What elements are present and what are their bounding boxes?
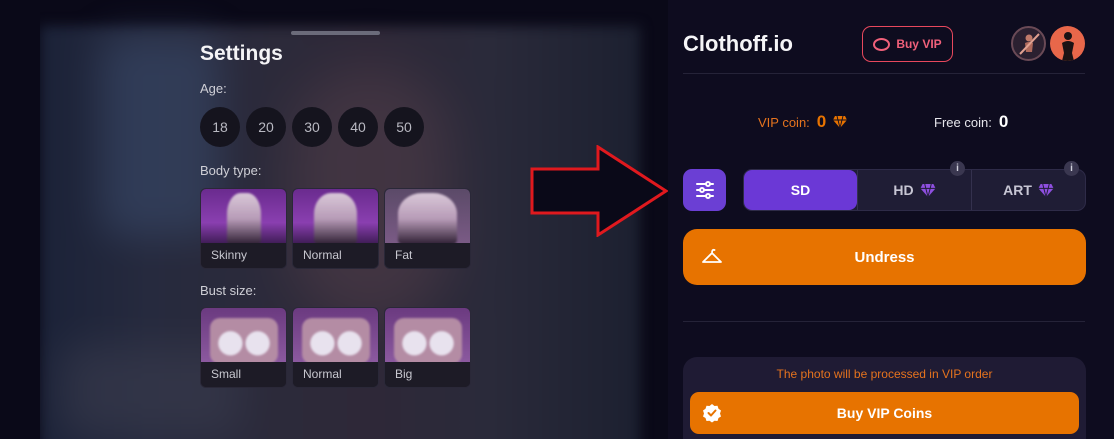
free-coin-label: Free coin: xyxy=(934,114,992,130)
age-option[interactable]: 30 xyxy=(292,107,332,147)
bust-size-name: Normal xyxy=(293,362,378,387)
bust-size-name: Small xyxy=(201,362,286,387)
settings-panel: Settings Age: 18 20 30 40 50 Body type: … xyxy=(200,42,490,388)
body-type-label: Body type: xyxy=(200,163,262,178)
bust-size-card[interactable]: Small xyxy=(200,307,287,388)
vip-ring-icon xyxy=(873,37,891,51)
quality-label: SD xyxy=(790,182,811,198)
body-type-name: Normal xyxy=(293,243,378,268)
quality-option-art[interactable]: ART i xyxy=(971,161,1085,210)
age-options: 18 20 30 40 50 xyxy=(200,107,424,147)
undress-label: Undress xyxy=(854,248,915,266)
brand-logo[interactable]: Clothoff.io xyxy=(683,31,793,57)
age-option[interactable]: 40 xyxy=(338,107,378,147)
verified-badge-icon xyxy=(703,404,721,423)
age-option[interactable]: 50 xyxy=(384,107,424,147)
undress-button[interactable]: Undress xyxy=(683,229,1086,285)
bust-size-image xyxy=(293,308,378,364)
body-type-image xyxy=(201,189,286,245)
age-label: Age: xyxy=(200,81,227,96)
body-type-name: Fat xyxy=(385,243,470,268)
vip-coin-value: 0 xyxy=(816,112,827,131)
settings-title: Settings xyxy=(200,42,283,65)
body-type-image xyxy=(385,189,470,245)
buy-vip-label: Buy VIP xyxy=(896,37,942,51)
vip-coin-balance: VIP coin: 0 xyxy=(758,112,848,132)
bust-size-options: Small Normal Big xyxy=(200,307,471,388)
header-divider xyxy=(683,73,1085,74)
body-type-name: Skinny xyxy=(201,243,286,268)
bust-size-name: Big xyxy=(385,362,470,387)
body-type-options: Skinny Normal Fat xyxy=(200,188,471,269)
filter-settings-button[interactable] xyxy=(683,169,726,211)
info-icon[interactable]: i xyxy=(1064,161,1079,176)
bust-size-card[interactable]: Big xyxy=(384,307,471,388)
slashed-figure-icon xyxy=(1018,32,1040,55)
vip-coin-label: VIP coin: xyxy=(758,114,810,130)
body-type-card[interactable]: Fat xyxy=(384,188,471,269)
bust-size-card[interactable]: Normal xyxy=(292,307,379,388)
control-panel: Clothoff.io Buy VIP VIP coin: 0 Free coi… xyxy=(668,0,1114,439)
gem-icon xyxy=(833,116,848,128)
gem-icon xyxy=(920,183,936,197)
filter-sliders-icon xyxy=(695,181,714,199)
hanger-icon xyxy=(702,248,722,263)
avatar-alt[interactable] xyxy=(1011,26,1046,61)
section-divider xyxy=(683,321,1085,322)
figure-icon xyxy=(1061,32,1074,61)
vip-order-notice: The photo will be processed in VIP order xyxy=(776,367,993,381)
bust-size-image xyxy=(201,308,286,364)
red-arrow-annotation xyxy=(530,145,669,237)
gem-icon xyxy=(1038,183,1054,197)
vip-order-box: The photo will be processed in VIP order… xyxy=(683,357,1086,439)
buy-vip-coins-button[interactable]: Buy VIP Coins xyxy=(690,392,1079,434)
quality-selector: SD HD i ART i xyxy=(743,161,1086,211)
quality-label: ART xyxy=(1003,182,1032,198)
age-option[interactable]: 18 xyxy=(200,107,240,147)
body-type-card[interactable]: Skinny xyxy=(200,188,287,269)
buy-vip-button[interactable]: Buy VIP xyxy=(862,26,953,62)
bust-size-label: Bust size: xyxy=(200,283,257,298)
bust-size-image xyxy=(385,308,470,364)
avatar[interactable] xyxy=(1050,26,1085,61)
age-option[interactable]: 20 xyxy=(246,107,286,147)
free-coin-value: 0 xyxy=(998,112,1009,131)
body-type-card[interactable]: Normal xyxy=(292,188,379,269)
free-coin-balance: Free coin: 0 xyxy=(934,112,1008,132)
quality-option-sd[interactable]: SD xyxy=(744,170,857,210)
sheet-drag-handle[interactable] xyxy=(291,31,380,35)
buy-vip-coins-label: Buy VIP Coins xyxy=(836,405,933,421)
quality-option-hd[interactable]: HD i xyxy=(857,161,971,210)
body-type-image xyxy=(293,189,378,245)
quality-label: HD xyxy=(893,182,914,198)
info-icon[interactable]: i xyxy=(950,161,965,176)
